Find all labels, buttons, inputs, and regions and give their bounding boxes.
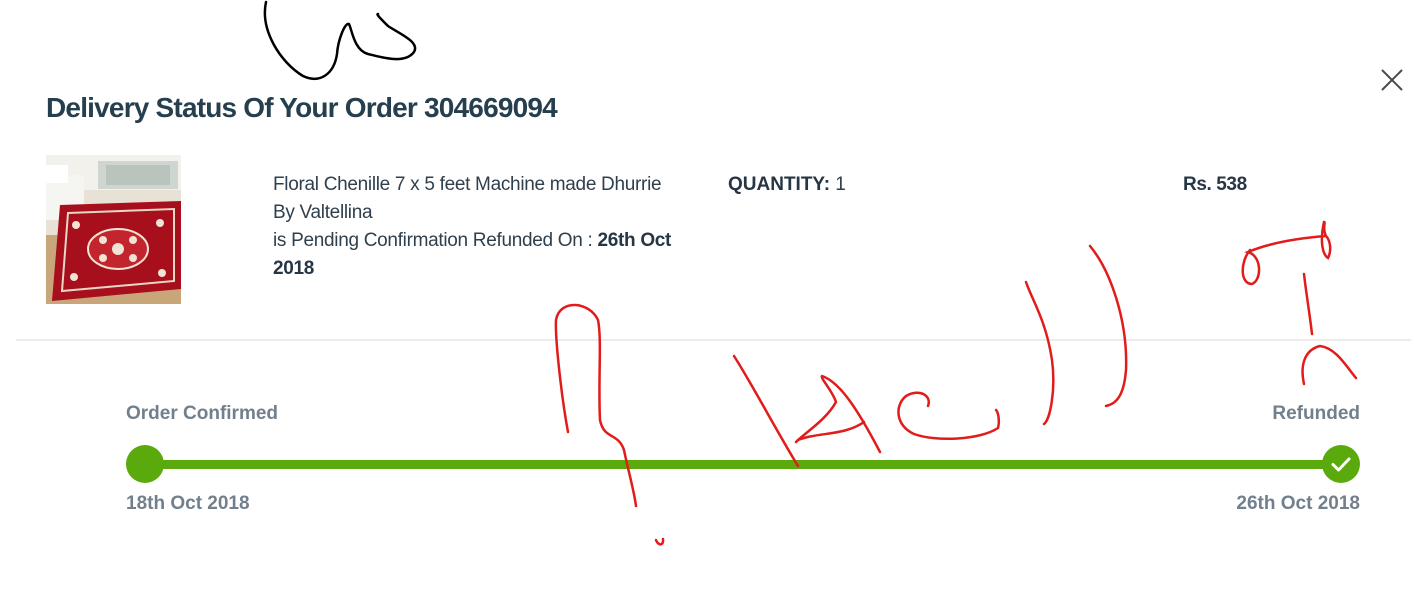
quantity-label: QUANTITY: — [728, 174, 831, 195]
step-dot-refunded — [1322, 445, 1360, 483]
red-scribble-4 — [796, 420, 866, 442]
close-icon[interactable] — [1378, 66, 1406, 94]
red-scribble-6 — [1024, 280, 1055, 426]
price: Rs. 538 — [1183, 174, 1247, 195]
checkmark-icon — [1331, 457, 1351, 472]
quantity: QUANTITY: 1 — [728, 171, 846, 199]
red-scribble-7 — [1088, 244, 1128, 408]
red-scribble-2 — [732, 354, 800, 468]
quantity-value: 1 — [830, 174, 846, 195]
dialog-title: Delivery Status Of Your Order 304669094 — [46, 92, 558, 123]
refund-date: 26th Oct — [597, 230, 672, 251]
refund-date-year: 2018 — [273, 258, 315, 279]
red-scribble-10 — [1301, 344, 1358, 386]
black-scribble — [263, 0, 417, 80]
product-name[interactable]: Floral Chenille 7 x 5 feet Machine made … — [273, 171, 713, 199]
red-scribble-dot — [654, 537, 665, 546]
red-scribble-5 — [897, 391, 1001, 441]
red-scribble-3 — [794, 374, 882, 454]
status-text: is Pending Confirmation Refunded On : — [273, 230, 598, 251]
red-scribble-1 — [554, 303, 638, 508]
divider — [16, 339, 1411, 341]
step-label-refunded: Refunded — [1272, 403, 1360, 424]
refund-status: is Pending Confirmation Refunded On : 26… — [273, 227, 713, 255]
step-dot-order-confirmed — [126, 445, 164, 483]
red-scribble-8 — [1241, 220, 1332, 286]
step-date-refunded: 26th Oct 2018 — [1236, 493, 1360, 514]
red-scribble-9 — [1302, 272, 1314, 336]
product-brand: By Valtellina — [273, 202, 373, 223]
step-label-order-confirmed: Order Confirmed — [126, 403, 279, 424]
product-description: Floral Chenille 7 x 5 feet Machine made … — [273, 171, 713, 283]
rug-product-image[interactable] — [46, 155, 181, 304]
progress-track — [145, 460, 1341, 469]
step-date-order-confirmed: 18th Oct 2018 — [126, 493, 250, 514]
